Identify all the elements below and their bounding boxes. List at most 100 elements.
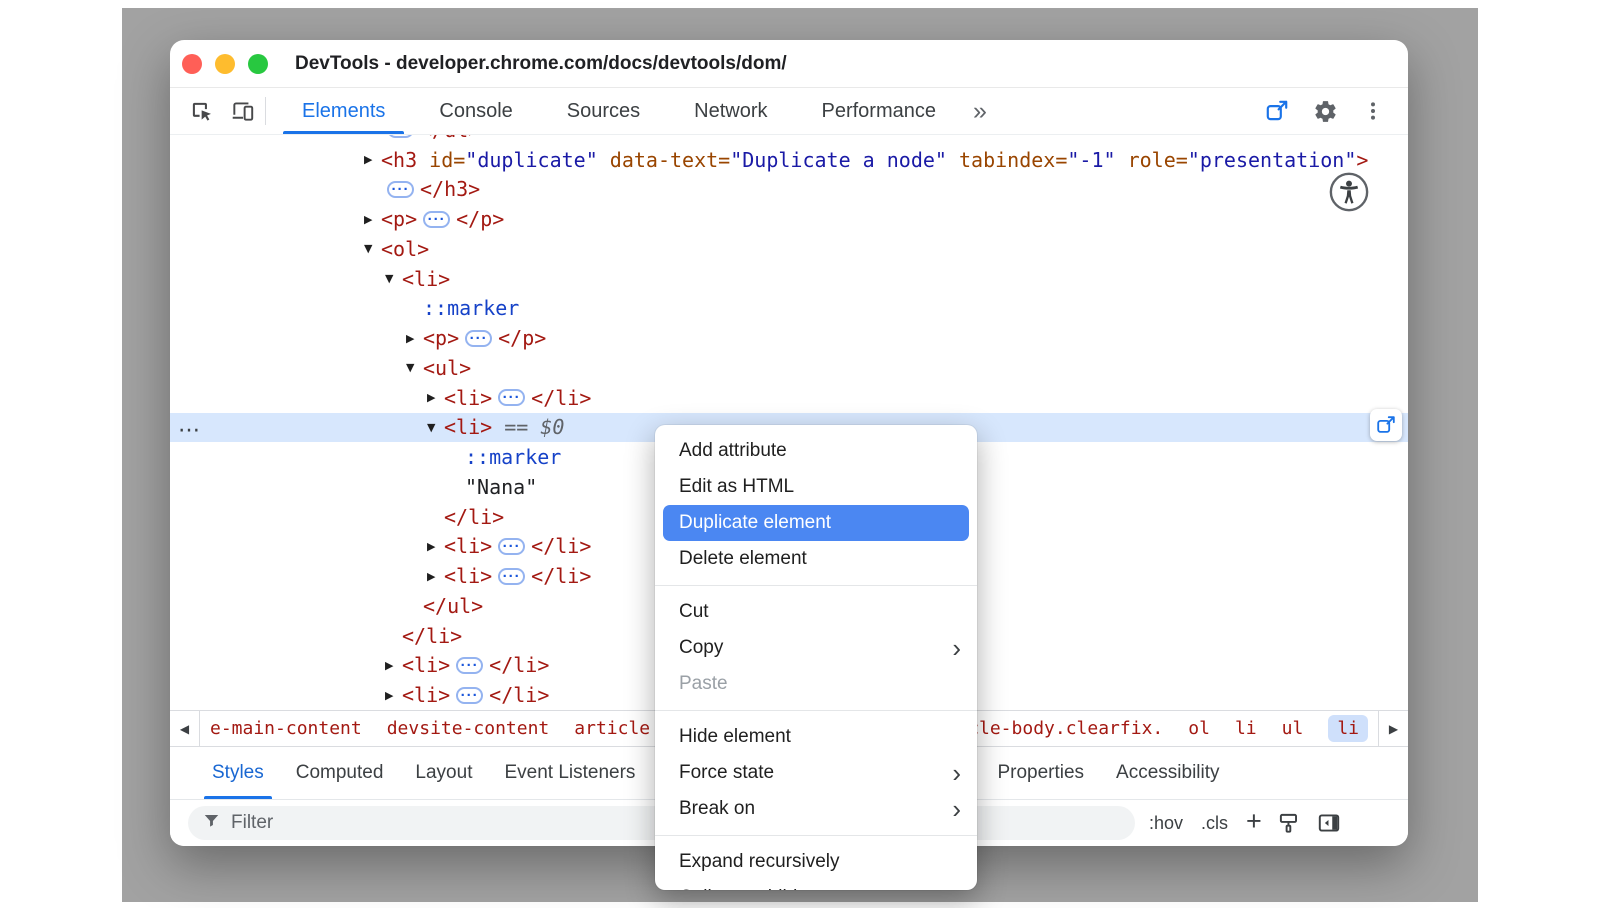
disclosure-right-icon[interactable]: ▶	[364, 153, 381, 166]
menu-item-hide-element[interactable]: Hide element	[655, 719, 977, 755]
disclosure-down-icon[interactable]: ▼	[364, 242, 381, 255]
breadcrumb-item-li[interactable]: li	[1235, 718, 1257, 739]
disclosure-right-icon[interactable]: ▶	[385, 659, 402, 672]
menu-item-label: Paste	[679, 673, 728, 695]
breadcrumb-item-article[interactable]: article	[574, 718, 650, 739]
screenshot-backdrop: DevTools - developer.chrome.com/docs/dev…	[122, 8, 1478, 902]
dom-tree-row[interactable]: ▼<li>	[170, 264, 1408, 294]
menu-item-expand-recursively[interactable]: Expand recursively	[655, 844, 977, 880]
tab-console[interactable]: Console	[412, 88, 539, 134]
menu-item-break-on[interactable]: Break on›	[655, 791, 977, 827]
menu-item-delete-element[interactable]: Delete element	[655, 541, 977, 577]
dom-tree-row[interactable]: ···</h3>	[170, 175, 1408, 205]
tab-performance[interactable]: Performance	[795, 88, 964, 134]
new-style-rule-button[interactable]: +	[1246, 806, 1262, 837]
toolbar-left-icons	[170, 88, 260, 134]
square-arrow-icon[interactable]	[1260, 94, 1294, 128]
code-token: >	[1356, 148, 1368, 172]
submenu-chevron-icon: ›	[952, 796, 961, 822]
paint-roller-icon[interactable]	[1276, 810, 1302, 836]
accessibility-icon[interactable]	[1328, 171, 1370, 213]
code-token: <p>	[381, 207, 417, 231]
tab-accessibility[interactable]: Accessibility	[1100, 747, 1235, 799]
menu-item-copy[interactable]: Copy›	[655, 630, 977, 666]
close-window-button[interactable]	[182, 54, 202, 74]
tab-styles[interactable]: Styles	[196, 747, 280, 799]
dom-tree-row[interactable]: ▶<h3 id="duplicate" data-text="Duplicate…	[170, 145, 1408, 175]
breadcrumb-item-li[interactable]: li	[1328, 715, 1368, 742]
dom-tree-row[interactable]: ···</ul>	[170, 135, 1408, 145]
disclosure-right-icon[interactable]: ▶	[427, 540, 444, 553]
more-tabs-icon[interactable]: »	[963, 88, 997, 134]
toggle-element-state-button[interactable]: :hov	[1149, 813, 1183, 834]
more-vert-icon[interactable]	[1356, 94, 1390, 128]
inspect-icon[interactable]	[184, 94, 218, 128]
code-token: </p>	[498, 326, 546, 350]
expand-inline-icon[interactable]: ···	[456, 657, 483, 674]
disclosure-down-icon[interactable]: ▼	[427, 421, 444, 434]
expand-inline-icon[interactable]: ···	[387, 135, 414, 138]
zoom-window-button[interactable]	[248, 54, 268, 74]
menu-item-paste[interactable]: Paste	[655, 666, 977, 702]
breadcrumb-item-ol[interactable]: ol	[1188, 718, 1210, 739]
disclosure-right-icon[interactable]: ▶	[364, 213, 381, 226]
dom-tree-row[interactable]: ::marker	[170, 294, 1408, 324]
dom-tree-row[interactable]: ▶<p> ··· </p>	[170, 204, 1408, 234]
tab-elements[interactable]: Elements	[275, 88, 412, 134]
toggle-sidebar-icon[interactable]	[1316, 810, 1342, 836]
breadcrumb-scroll-left-icon[interactable]: ◀	[170, 711, 200, 746]
breadcrumb-scroll-right-icon[interactable]: ▶	[1378, 711, 1408, 746]
disclosure-right-icon[interactable]: ▶	[427, 570, 444, 583]
tab-event-listeners[interactable]: Event Listeners	[488, 747, 651, 799]
tab-computed[interactable]: Computed	[280, 747, 400, 799]
menu-item-collapse-children[interactable]: Collapse children	[655, 880, 977, 890]
code-token: <li>	[444, 386, 492, 410]
breadcrumb-item-e-main-content[interactable]: e-main-content	[210, 718, 362, 739]
breadcrumb-item-devsite-content[interactable]: devsite-content	[387, 718, 550, 739]
toolbar-right-icons	[1260, 88, 1408, 134]
dom-tree-row[interactable]: ▶<p> ··· </p>	[170, 323, 1408, 353]
dom-tree-row[interactable]: ▼<ol>	[170, 234, 1408, 264]
tab-sources[interactable]: Sources	[540, 88, 667, 134]
code-token: </p>	[456, 207, 504, 231]
code-token: <li>	[444, 415, 492, 439]
expand-inline-icon[interactable]: ···	[465, 330, 492, 347]
dom-tree-row[interactable]: ▶<li>···</li>	[170, 383, 1408, 413]
menu-item-cut[interactable]: Cut	[655, 594, 977, 630]
menu-item-duplicate-element[interactable]: Duplicate element	[663, 505, 969, 541]
tab-layout[interactable]: Layout	[399, 747, 488, 799]
device-toolbar-icon[interactable]	[226, 94, 260, 128]
expand-inline-icon[interactable]: ···	[498, 389, 525, 406]
disclosure-right-icon[interactable]: ▶	[427, 391, 444, 404]
tab-properties[interactable]: Properties	[981, 747, 1100, 799]
code-token: <p>	[423, 326, 459, 350]
minimize-window-button[interactable]	[215, 54, 235, 74]
expand-inline-icon[interactable]: ···	[387, 181, 414, 198]
element-classes-button[interactable]: .cls	[1201, 813, 1228, 834]
window-title: DevTools - developer.chrome.com/docs/dev…	[295, 53, 787, 75]
expand-inline-icon[interactable]: ···	[423, 211, 450, 228]
square-arrow-badge-icon[interactable]	[1370, 409, 1402, 441]
tab-network[interactable]: Network	[667, 88, 794, 134]
disclosure-right-icon[interactable]: ▶	[406, 332, 423, 345]
menu-item-label: Force state	[679, 762, 774, 784]
code-token: == $0	[492, 415, 564, 439]
dom-tree-row[interactable]: ▼<ul>	[170, 353, 1408, 383]
submenu-chevron-icon: ›	[952, 635, 961, 661]
code-token: <li>	[444, 534, 492, 558]
expand-inline-icon[interactable]: ···	[498, 568, 525, 585]
menu-item-force-state[interactable]: Force state›	[655, 755, 977, 791]
disclosure-down-icon[interactable]: ▼	[406, 361, 423, 374]
expand-inline-icon[interactable]: ···	[498, 538, 525, 555]
settings-gear-icon[interactable]	[1308, 94, 1342, 128]
menu-item-add-attribute[interactable]: Add attribute	[655, 433, 977, 469]
code-token: data-text=	[598, 148, 730, 172]
disclosure-down-icon[interactable]: ▼	[385, 272, 402, 285]
titlebar: DevTools - developer.chrome.com/docs/dev…	[170, 40, 1408, 88]
expand-inline-icon[interactable]: ···	[456, 687, 483, 704]
breadcrumb-item-ul[interactable]: ul	[1282, 718, 1304, 739]
row-overflow-icon[interactable]: …	[178, 413, 201, 438]
menu-item-edit-as-html[interactable]: Edit as HTML	[655, 469, 977, 505]
disclosure-right-icon[interactable]: ▶	[385, 689, 402, 702]
breadcrumbs-left: e-main-content devsite-content article	[200, 718, 660, 739]
